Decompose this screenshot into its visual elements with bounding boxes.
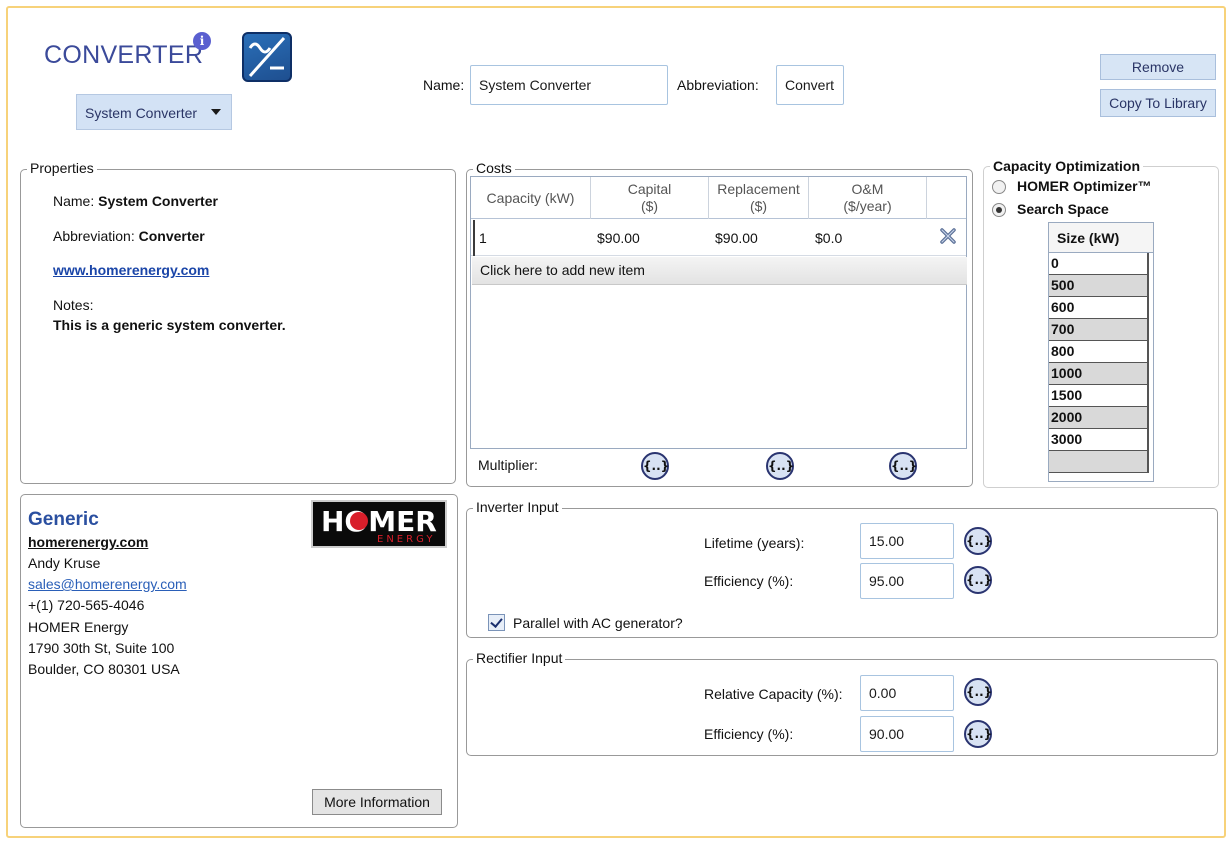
add-new-item-row[interactable]: Click here to add new item bbox=[472, 257, 967, 285]
page-title: CONVERTER bbox=[44, 41, 204, 69]
inverter-efficiency-label: Efficiency (%): bbox=[704, 573, 794, 589]
logo-subtext: ENERGY bbox=[377, 534, 435, 545]
col-capital-unit: ($) bbox=[640, 198, 659, 214]
replacement-multiplier-button[interactable]: {..} bbox=[766, 452, 794, 480]
notes-value: This is a generic system converter. bbox=[53, 317, 286, 333]
homer-energy-logo: HOMER ENERGY bbox=[311, 500, 447, 548]
rectifier-input-group: Rectifier Input bbox=[466, 650, 1218, 756]
rectifier-efficiency-label: Efficiency (%): bbox=[704, 726, 794, 742]
copy-to-library-button[interactable]: Copy To Library bbox=[1100, 89, 1216, 117]
vendor-contact: Andy Kruse bbox=[28, 555, 101, 571]
capital-multiplier-button[interactable]: {..} bbox=[641, 452, 669, 480]
notes-label: Notes: bbox=[53, 297, 94, 313]
prop-abbr-value: Converter bbox=[138, 228, 205, 244]
vendor-email-link[interactable]: sales@homerenergy.com bbox=[28, 576, 187, 592]
inverter-lifetime-input[interactable]: 15.00 bbox=[860, 523, 954, 559]
om-multiplier-button[interactable]: {..} bbox=[889, 452, 917, 480]
search-space-label[interactable]: Search Space bbox=[1017, 201, 1109, 217]
col-om-unit: ($/year) bbox=[843, 198, 892, 214]
abbreviation-input[interactable]: Convert bbox=[776, 65, 844, 105]
size-cell[interactable]: 1000 bbox=[1049, 363, 1149, 385]
parallel-ac-generator-label[interactable]: Parallel with AC generator? bbox=[513, 615, 683, 631]
rectifier-relative-capacity-label: Relative Capacity (%): bbox=[704, 686, 843, 702]
more-information-button[interactable]: More Information bbox=[312, 789, 442, 815]
size-cell[interactable]: 800 bbox=[1049, 341, 1149, 363]
col-actions bbox=[927, 177, 967, 219]
size-cell[interactable]: 700 bbox=[1049, 319, 1149, 341]
multiplier-label: Multiplier: bbox=[478, 457, 538, 473]
costs-table[interactable]: Capacity (kW) Capital ($) Replacement ($… bbox=[470, 176, 967, 449]
remove-button[interactable]: Remove bbox=[1100, 54, 1216, 80]
rectifier-efficiency-multiplier-button[interactable]: {..} bbox=[964, 720, 992, 748]
homer-optimizer-radio[interactable] bbox=[992, 180, 1006, 194]
inverter-lifetime-label: Lifetime (years): bbox=[704, 535, 805, 551]
size-cell[interactable]: 500 bbox=[1049, 275, 1149, 297]
converter-type-dropdown[interactable]: System Converter bbox=[76, 94, 232, 130]
rectifier-input-legend: Rectifier Input bbox=[473, 650, 566, 666]
inverter-lifetime-multiplier-button[interactable]: {..} bbox=[964, 527, 992, 555]
cell-om[interactable]: $0.0 bbox=[809, 220, 927, 256]
col-capital: Capital ($) bbox=[591, 177, 709, 219]
vendor-name: Generic bbox=[28, 509, 99, 530]
col-replacement: Replacement ($) bbox=[709, 177, 809, 219]
homer-optimizer-label[interactable]: HOMER Optimizer™ bbox=[1017, 178, 1152, 194]
capacity-optimization-legend: Capacity Optimization bbox=[990, 158, 1144, 174]
rectifier-relative-capacity-input[interactable]: 0.00 bbox=[860, 675, 954, 711]
cell-replacement[interactable]: $90.00 bbox=[709, 220, 809, 256]
size-cell[interactable]: 600 bbox=[1049, 297, 1149, 319]
inverter-input-legend: Inverter Input bbox=[473, 499, 562, 515]
size-cell[interactable]: 2000 bbox=[1049, 407, 1149, 429]
prop-website-link[interactable]: www.homerenergy.com bbox=[53, 262, 209, 278]
col-replacement-unit: ($) bbox=[749, 198, 768, 214]
size-column-header: Size (kW) bbox=[1049, 223, 1153, 253]
name-label: Name: bbox=[423, 77, 465, 93]
costs-table-header: Capacity (kW) Capital ($) Replacement ($… bbox=[471, 177, 966, 219]
rectifier-relcap-multiplier-button[interactable]: {..} bbox=[964, 678, 992, 706]
col-om: O&M ($/year) bbox=[809, 177, 927, 219]
search-space-radio[interactable] bbox=[992, 203, 1006, 217]
properties-legend: Properties bbox=[27, 160, 97, 176]
dropdown-value: System Converter bbox=[85, 105, 198, 121]
prop-name: Name: System Converter bbox=[53, 193, 218, 209]
vendor-address-line2: Boulder, CO 80301 USA bbox=[28, 661, 180, 677]
rectifier-efficiency-input[interactable]: 90.00 bbox=[860, 716, 954, 752]
inverter-efficiency-multiplier-button[interactable]: {..} bbox=[964, 566, 992, 594]
parallel-ac-generator-checkbox[interactable] bbox=[488, 614, 505, 631]
col-capacity: Capacity (kW) bbox=[471, 177, 591, 219]
prop-abbr-label: Abbreviation: bbox=[53, 228, 135, 244]
inverter-efficiency-input[interactable]: 95.00 bbox=[860, 563, 954, 599]
col-replacement-title: Replacement bbox=[717, 181, 800, 197]
prop-abbreviation: Abbreviation: Converter bbox=[53, 228, 205, 244]
col-om-title: O&M bbox=[851, 181, 884, 197]
vendor-address-line1: 1790 30th St, Suite 100 bbox=[28, 640, 175, 656]
vendor-website-link[interactable]: homerenergy.com bbox=[28, 534, 148, 550]
delete-row-icon[interactable] bbox=[938, 226, 958, 246]
vendor-phone: +(1) 720-565-4046 bbox=[28, 597, 145, 613]
size-cell[interactable]: 3000 bbox=[1049, 429, 1149, 451]
size-cell[interactable] bbox=[1049, 451, 1149, 473]
size-cell[interactable]: 1500 bbox=[1049, 385, 1149, 407]
abbreviation-label: Abbreviation: bbox=[677, 77, 759, 93]
cell-capital[interactable]: $90.00 bbox=[591, 220, 709, 256]
info-icon[interactable]: i bbox=[193, 32, 211, 50]
name-input[interactable]: System Converter bbox=[470, 65, 668, 105]
cell-capacity[interactable]: 1 bbox=[473, 220, 591, 256]
prop-name-value: System Converter bbox=[98, 193, 218, 209]
costs-legend: Costs bbox=[473, 160, 515, 176]
size-cell[interactable]: 0 bbox=[1049, 253, 1149, 275]
prop-name-label: Name: bbox=[53, 193, 95, 209]
size-search-space-grid[interactable]: Size (kW) 0 500 600 700 800 1000 1500 20… bbox=[1048, 222, 1154, 482]
caret-down-icon bbox=[211, 109, 221, 115]
converter-icon bbox=[242, 32, 292, 82]
vendor-company: HOMER Energy bbox=[28, 619, 129, 635]
col-capital-title: Capital bbox=[627, 181, 672, 197]
table-row[interactable]: 1 $90.00 $90.00 $0.0 bbox=[471, 220, 966, 256]
